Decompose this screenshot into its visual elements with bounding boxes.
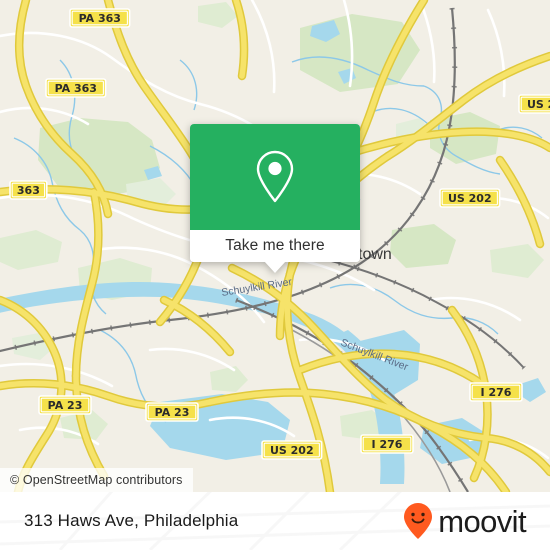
moovit-map-screen: Schuylkill River Schuylkill River town PA…: [0, 0, 550, 550]
highway-shield-label: I 276: [372, 438, 403, 451]
highway-shield: I 276: [360, 434, 414, 454]
highway-shield: PA 363: [45, 78, 107, 98]
moovit-brand: moovit: [403, 502, 527, 540]
highway-shield: PA 23: [145, 402, 199, 422]
highway-shield-label: US 202: [270, 444, 314, 457]
location-callout-card[interactable]: Take me there: [190, 124, 360, 273]
highway-shield-label: PA 23: [155, 406, 190, 419]
osm-attribution: © OpenStreetMap contributors: [0, 468, 193, 492]
address-label: 313 Haws Ave, Philadelphia: [24, 511, 239, 530]
moovit-pin-logo-icon: [404, 503, 433, 539]
highway-shield-label: PA 363: [79, 12, 121, 25]
highway-shield-label: US 202: [527, 98, 550, 111]
highway-shield: US 202: [439, 188, 501, 208]
place-label: town: [358, 246, 392, 263]
highway-shield-label: I 276: [481, 386, 512, 399]
highway-shield: US 202: [518, 94, 550, 114]
callout-image-panel: [190, 124, 360, 230]
highway-shield: PA 23: [38, 395, 92, 415]
highway-shield-label: PA 23: [48, 399, 83, 412]
highway-shield-label: 363: [17, 184, 40, 197]
map-place-labels: town: [358, 246, 392, 263]
highway-shield: PA 363: [69, 8, 131, 28]
highway-shield: 363: [9, 180, 48, 200]
map-pin-icon: [256, 150, 294, 203]
highway-shield: I 276: [469, 382, 523, 402]
highway-shield: US 202: [261, 440, 323, 460]
moovit-wordmark: moovit: [438, 503, 526, 539]
bottom-info-bar: 313 Haws Ave, Philadelphia moovit: [0, 492, 550, 550]
callout-pointer-tail: [264, 261, 286, 273]
highway-shield-label: PA 363: [55, 82, 97, 95]
highway-shield-label: US 202: [448, 192, 492, 205]
take-me-there-button[interactable]: Take me there: [190, 230, 360, 262]
